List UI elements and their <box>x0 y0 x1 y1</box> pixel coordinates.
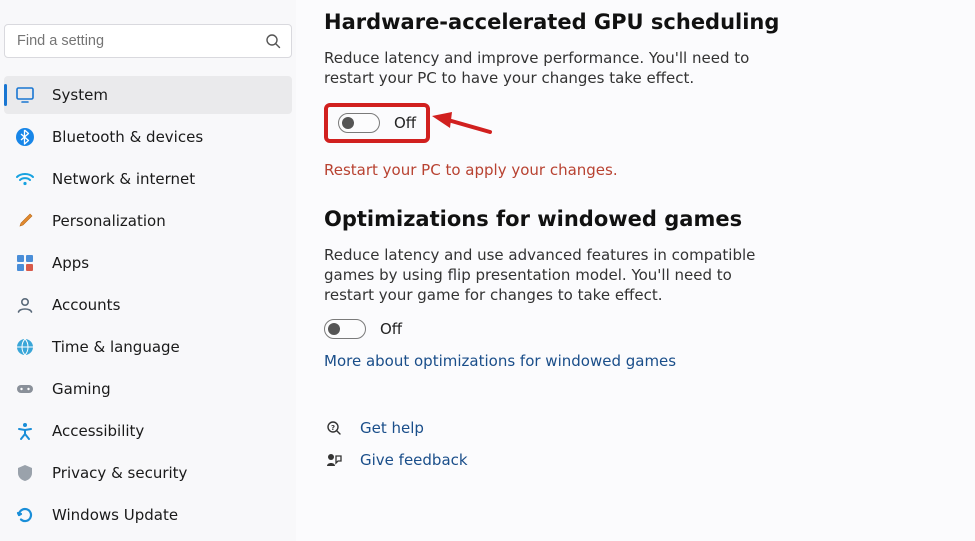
search-input[interactable] <box>17 33 257 49</box>
apps-icon <box>14 252 36 274</box>
annotation-highlight-box: Off <box>324 103 430 143</box>
windowed-games-section: Optimizations for windowed games Reduce … <box>324 207 947 371</box>
sidebar-item-apps[interactable]: Apps <box>4 244 292 282</box>
sidebar-item-label: Gaming <box>52 380 111 398</box>
gpu-scheduling-title: Hardware-accelerated GPU scheduling <box>324 10 947 34</box>
sidebar-item-label: Apps <box>52 254 89 272</box>
windowed-games-title: Optimizations for windowed games <box>324 207 947 231</box>
clock-globe-icon <box>14 336 36 358</box>
gpu-scheduling-section: Hardware-accelerated GPU scheduling Redu… <box>324 10 947 179</box>
sidebar-item-label: System <box>52 86 108 104</box>
gpu-scheduling-desc: Reduce latency and improve performance. … <box>324 48 784 89</box>
give-feedback-link[interactable]: Give feedback <box>324 450 947 470</box>
sidebar-item-time-language[interactable]: Time & language <box>4 328 292 366</box>
sidebar-item-label: Windows Update <box>52 506 178 524</box>
sidebar-item-system[interactable]: System <box>4 76 292 114</box>
sidebar-item-label: Personalization <box>52 212 166 230</box>
toggle-knob <box>342 117 354 129</box>
sidebar-item-accounts[interactable]: Accounts <box>4 286 292 324</box>
settings-app: System Bluetooth & devices Network & int… <box>0 0 975 541</box>
sidebar-item-label: Accessibility <box>52 422 144 440</box>
brush-icon <box>14 210 36 232</box>
windowed-games-more-link[interactable]: More about optimizations for windowed ga… <box>324 352 676 370</box>
sidebar-item-accessibility[interactable]: Accessibility <box>4 412 292 450</box>
svg-text:?: ? <box>331 424 335 432</box>
gamepad-icon <box>14 378 36 400</box>
help-icon: ? <box>324 418 344 438</box>
update-icon <box>14 504 36 526</box>
sidebar-item-label: Accounts <box>52 296 120 314</box>
windowed-games-desc: Reduce latency and use advanced features… <box>324 245 784 306</box>
accessibility-icon <box>14 420 36 442</box>
annotation-arrow-icon <box>430 108 494 138</box>
sidebar-item-label: Time & language <box>52 338 180 356</box>
windowed-games-toggle-state: Off <box>380 320 402 338</box>
sidebar-item-bluetooth-devices[interactable]: Bluetooth & devices <box>4 118 292 156</box>
account-icon <box>14 294 36 316</box>
gpu-scheduling-toggle[interactable] <box>338 113 380 133</box>
give-feedback-label: Give feedback <box>360 451 468 469</box>
toggle-knob <box>328 323 340 335</box>
windowed-games-toggle-row: Off <box>324 319 947 339</box>
search-field[interactable] <box>4 24 292 58</box>
restart-warning: Restart your PC to apply your changes. <box>324 161 947 179</box>
sidebar-item-windows-update[interactable]: Windows Update <box>4 496 292 534</box>
get-help-label: Get help <box>360 419 424 437</box>
sidebar-item-label: Bluetooth & devices <box>52 128 203 146</box>
sidebar-nav: System Bluetooth & devices Network & int… <box>4 76 292 534</box>
search-container <box>4 0 292 72</box>
sidebar-item-label: Network & internet <box>52 170 195 188</box>
wifi-icon <box>14 168 36 190</box>
sidebar-item-label: Privacy & security <box>52 464 187 482</box>
sidebar: System Bluetooth & devices Network & int… <box>0 0 296 541</box>
sidebar-item-personalization[interactable]: Personalization <box>4 202 292 240</box>
search-icon <box>265 33 281 49</box>
gpu-toggle-state: Off <box>394 114 416 132</box>
system-icon <box>14 84 36 106</box>
sidebar-item-gaming[interactable]: Gaming <box>4 370 292 408</box>
windowed-games-toggle[interactable] <box>324 319 366 339</box>
main-content: Hardware-accelerated GPU scheduling Redu… <box>296 0 975 541</box>
shield-icon <box>14 462 36 484</box>
get-help-link[interactable]: ? Get help <box>324 418 947 438</box>
sidebar-item-network-internet[interactable]: Network & internet <box>4 160 292 198</box>
gpu-toggle-row: Off <box>338 113 416 133</box>
feedback-icon <box>324 450 344 470</box>
sidebar-item-privacy-security[interactable]: Privacy & security <box>4 454 292 492</box>
help-section: ? Get help Give feedback <box>324 418 947 470</box>
bluetooth-icon <box>14 126 36 148</box>
